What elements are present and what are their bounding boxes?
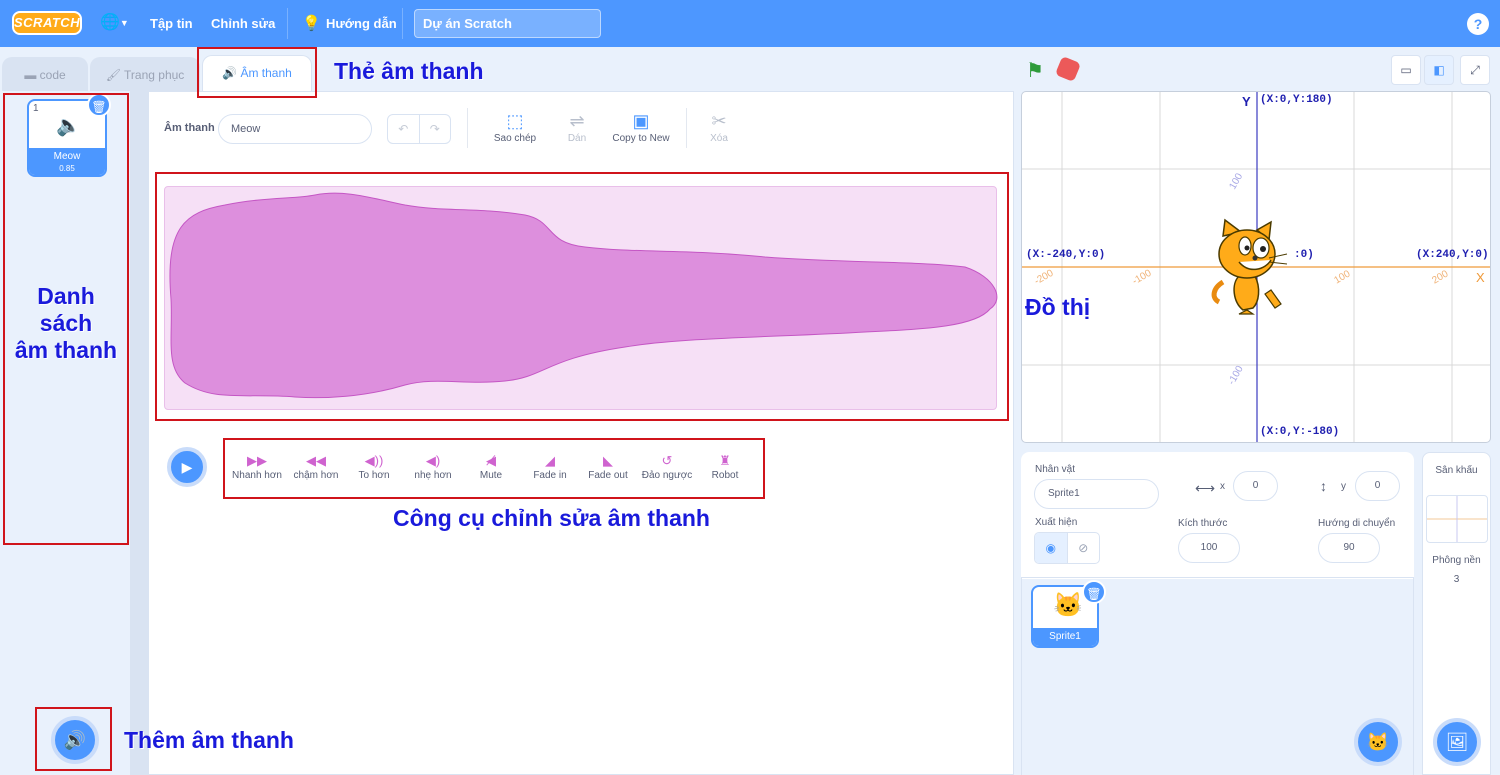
menu-divider	[402, 8, 403, 39]
visibility-toggle: ◉ ⊘	[1034, 532, 1100, 564]
sound-name-input[interactable]: Meow	[218, 114, 372, 144]
tab-label: Trang phục	[124, 68, 185, 82]
stage-canvas[interactable]: (X:0,Y:180) (X:0,Y:-180) (X:-240,Y:0) (X…	[1021, 91, 1491, 443]
direction-input[interactable]: 90	[1318, 533, 1380, 563]
project-title-input[interactable]: Dự án Scratch	[414, 9, 601, 38]
annotation-tools: Công cụ chỉnh sửa âm thanh	[393, 505, 710, 531]
copy-to-new-label: Copy to New	[612, 133, 670, 144]
eye-icon[interactable]: ◉	[1035, 533, 1067, 563]
size-label: Kích thước	[1178, 518, 1228, 529]
backdrops-label: Phông nền	[1432, 555, 1481, 566]
sound-list-scrollbar[interactable]	[131, 91, 148, 775]
code-icon: ▬	[24, 68, 37, 82]
annotation-line: Danh	[37, 283, 95, 309]
paste-icon: ⇌	[569, 111, 585, 131]
paste-button[interactable]: ⇌ Dán	[547, 111, 607, 144]
delete-label: Xóa	[710, 133, 728, 144]
globe-icon: 🌐	[100, 14, 120, 32]
toolbar-divider	[686, 108, 687, 148]
tab-costumes[interactable]: 🖌 Trang phục	[90, 57, 200, 92]
cat-add-icon: 🐱	[1366, 732, 1390, 752]
coord-bottom-label: (X:0,Y:-180)	[1260, 426, 1340, 438]
undo-icon[interactable]: ↶	[388, 115, 420, 143]
lightbulb-icon: 💡	[302, 15, 321, 32]
fullscreen-icon: ⤢	[1470, 63, 1480, 77]
x-axis-label: X	[1476, 270, 1485, 285]
delete-button[interactable]: ✂ Xóa	[689, 111, 749, 144]
y-label: y	[1341, 481, 1346, 492]
normal-stage-icon: ◧	[1433, 63, 1445, 77]
file-menu[interactable]: Tập tin	[150, 16, 193, 31]
tutorials-menu[interactable]: Hướng dẫn	[326, 16, 397, 31]
x-label: x	[1220, 481, 1225, 492]
y-position-input[interactable]: 0	[1355, 471, 1400, 501]
sprite-name-input[interactable]: Sprite1	[1034, 479, 1159, 509]
help-icon[interactable]: ?	[1467, 13, 1489, 35]
language-menu[interactable]: 🌐▼	[100, 12, 134, 34]
annotation-box-add-sound	[35, 707, 112, 771]
annotation-box-waveform	[155, 172, 1009, 421]
coord-center-label: :0)	[1294, 249, 1314, 261]
backdrops-count: 3	[1453, 574, 1460, 585]
sprite-name-label: Nhân vật	[1035, 464, 1076, 475]
redo-icon[interactable]: ↷	[420, 115, 451, 143]
fullscreen-button[interactable]: ⤢	[1460, 55, 1490, 85]
annotation-stage: Đồ thị	[1025, 294, 1091, 320]
delete-sprite-icon[interactable]: 🗑	[1082, 580, 1106, 604]
copy-to-new-button[interactable]: ▣ Copy to New	[610, 111, 672, 144]
coord-left-label: (X:-240,Y:0)	[1026, 249, 1106, 261]
paste-label: Dán	[567, 133, 587, 144]
small-stage-icon: ▭	[1400, 63, 1412, 77]
undo-redo-group: ↶ ↷	[387, 114, 451, 144]
copy-to-new-icon: ▣	[632, 111, 650, 131]
edit-menu[interactable]: Chỉnh sửa	[211, 16, 275, 31]
x-arrows-icon: ⟷	[1195, 480, 1216, 496]
scratch-logo[interactable]: SCRATCH	[12, 11, 82, 35]
stage-thumbnail-graphic	[1427, 496, 1487, 542]
annotation-box-effects	[223, 438, 765, 499]
x-position-input[interactable]: 0	[1233, 471, 1278, 501]
copy-button[interactable]: ⬚ Sao chép	[485, 111, 545, 144]
coord-right-label: (X:240,Y:0)	[1416, 249, 1489, 261]
annotation-line: âm thanh	[14, 337, 118, 363]
chevron-down-icon: ▼	[119, 18, 129, 28]
play-icon: ▶	[181, 459, 193, 475]
brush-icon: 🖌	[105, 68, 121, 82]
scissors-icon: ✂	[711, 111, 727, 131]
stop-icon[interactable]	[1054, 55, 1082, 83]
annotation-box-sound-tab	[197, 47, 317, 98]
copy-label: Sao chép	[493, 133, 537, 144]
annotation-sound-tab: Thẻ âm thanh	[334, 58, 484, 84]
y-arrows-icon: ↕	[1320, 478, 1327, 494]
stage-thumbnail[interactable]	[1426, 495, 1488, 543]
direction-label: Hướng di chuyển	[1318, 518, 1396, 529]
tab-label: code	[39, 68, 66, 82]
play-button[interactable]: ▶	[167, 447, 207, 487]
small-stage-button[interactable]: ▭	[1391, 55, 1421, 85]
size-input[interactable]: 100	[1178, 533, 1240, 563]
menu-divider	[287, 8, 288, 39]
green-flag-icon[interactable]: ⚑	[1026, 58, 1044, 83]
add-sprite-button[interactable]: 🐱	[1354, 718, 1402, 766]
sound-name-label: Âm thanh	[164, 122, 215, 134]
annotation-add-sound: Thêm âm thanh	[124, 727, 294, 753]
y-axis-label: Y	[1242, 94, 1251, 109]
annotation-sound-list: Danh sách âm thanh	[3, 283, 129, 364]
copy-icon: ⬚	[506, 111, 524, 131]
normal-stage-button[interactable]: ◧	[1424, 55, 1454, 85]
annotation-line: sách	[39, 310, 93, 336]
stage-pane-title: Sân khấu	[1435, 465, 1478, 476]
toolbar-divider	[467, 108, 468, 148]
cat-sprite[interactable]	[1209, 218, 1291, 316]
eye-hidden-icon[interactable]: ⊘	[1066, 533, 1100, 563]
add-backdrop-button[interactable]: 🖼	[1433, 718, 1481, 766]
sprite-tile-label: Sprite1	[1033, 628, 1097, 646]
show-label: Xuất hiện	[1035, 517, 1078, 528]
menu-bar: SCRATCH 🌐▼ Tập tin Chỉnh sửa 💡 Hướng dẫn…	[0, 0, 1500, 47]
coord-top-label: (X:0,Y:180)	[1260, 94, 1333, 106]
image-add-icon: 🖼	[1445, 732, 1469, 752]
tab-code[interactable]: ▬ code	[2, 57, 88, 92]
cat-thumbnail-icon: 🐱	[1053, 592, 1083, 619]
